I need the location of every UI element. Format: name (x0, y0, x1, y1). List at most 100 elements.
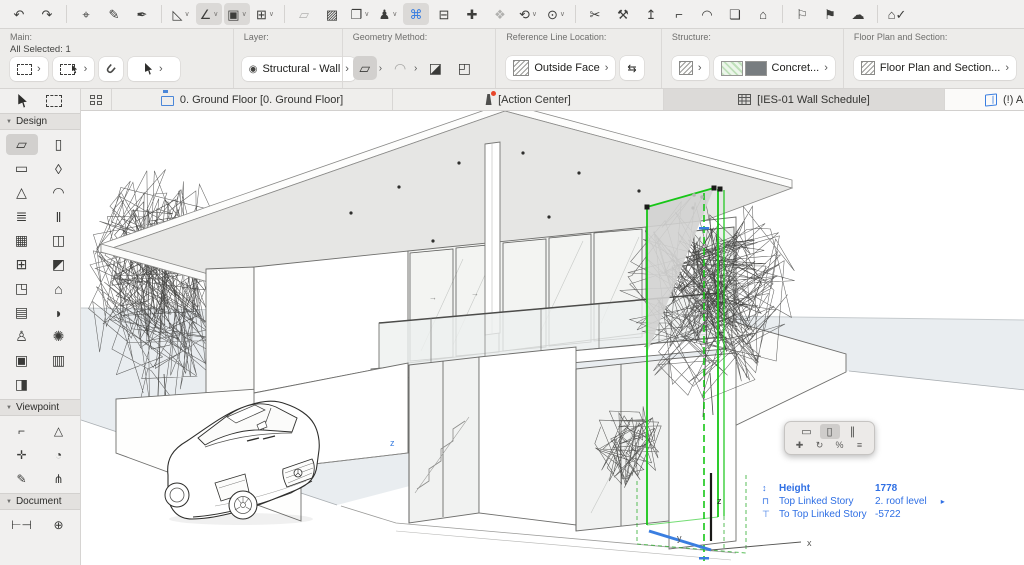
equipment-tool[interactable]: ▣ (6, 350, 38, 371)
floorplan-display-selector[interactable]: Floor Plan and Section... › (854, 56, 1016, 80)
editing-plane-button[interactable]: ▨ (319, 3, 345, 25)
door-tool[interactable]: ◫ (43, 230, 75, 251)
snap-guides-button[interactable]: ∠∨ (196, 3, 222, 25)
curtain-wall-tool[interactable]: ▦ (6, 230, 38, 251)
toolbar-separator (877, 5, 878, 23)
section-header-viewpoint[interactable]: ▼Viewpoint (0, 399, 80, 416)
marquee-zoom-button[interactable]: ⌖ (73, 3, 99, 25)
plumb-icon: ♟ (379, 8, 391, 21)
schedule-glyph (738, 94, 751, 105)
group-button[interactable]: ❖ (487, 3, 513, 25)
split-button[interactable]: ✂ (582, 3, 608, 25)
offset-copy-button[interactable]: ❐∨ (347, 3, 373, 25)
marquee-tool[interactable] (46, 95, 62, 107)
polygon-wall-button[interactable]: ◰ (452, 56, 476, 80)
stretch-button[interactable]: ✚ (459, 3, 485, 25)
gravity-button[interactable]: ▱ (291, 3, 317, 25)
floor-plan-icon (161, 94, 174, 106)
axis-x-label: x (807, 538, 812, 548)
section-header-design[interactable]: ▼Design (0, 113, 80, 130)
wall-straight-button[interactable]: ▭ (797, 424, 817, 439)
shell-tool[interactable]: ◠ (43, 182, 75, 203)
rotate-plane-button[interactable]: ⟲∨ (515, 3, 541, 25)
coordinate-input-button[interactable]: ▣∨ (224, 3, 250, 25)
measure-button[interactable]: ⊟ (431, 3, 457, 25)
slab-tool[interactable]: ◊ (43, 158, 75, 179)
skylight-tool[interactable]: ◩ (43, 254, 75, 275)
column-tool[interactable]: ▯ (43, 134, 75, 155)
end-wall-tool[interactable]: ◨ (6, 374, 38, 395)
home-story-button[interactable]: ⌂ (750, 3, 776, 25)
grid-snap-button[interactable]: ⊞∨ (252, 3, 278, 25)
magnet-toggle-button[interactable]: ∪ (99, 57, 123, 81)
composite-selector[interactable]: Concret... › (714, 56, 835, 80)
wall-type-button[interactable]: › (672, 56, 709, 80)
camera-tool[interactable]: ⋔ (43, 468, 75, 489)
elevate-button[interactable]: ↥ (638, 3, 664, 25)
fillet-button[interactable]: ◠ (694, 3, 720, 25)
multiply-wall-button[interactable]: ≡ (851, 439, 868, 451)
compass-button[interactable]: ⊙∨ (543, 3, 569, 25)
guide-lines-button[interactable]: ◺∨ (168, 3, 194, 25)
marquee-settings-button[interactable]: › (10, 57, 48, 81)
roof-tool-icon: △ (16, 184, 27, 201)
undo-button[interactable]: ↶ (6, 3, 32, 25)
opening-tool[interactable]: ◳ (6, 278, 38, 299)
trapezoid-wall-button[interactable]: ◪ (423, 56, 447, 80)
cloud-button[interactable]: ☁ (845, 3, 871, 25)
plumb-button[interactable]: ♟∨ (375, 3, 401, 25)
wall-tool[interactable]: ▱ (6, 134, 38, 155)
roof-tool[interactable]: △ (6, 182, 38, 203)
tab-action-center[interactable]: [Action Center] (393, 89, 664, 110)
interior-elevation-tool[interactable]: ✛ (6, 444, 38, 465)
adjust-button[interactable]: ⚒ (610, 3, 636, 25)
story-menu-chevron-icon[interactable]: ▸ (941, 495, 945, 508)
arrow-tool-button[interactable]: › (128, 57, 180, 81)
detail-tool[interactable]: ✎ (6, 468, 38, 489)
stair-tool[interactable]: ≣ (6, 206, 38, 227)
zone-tool[interactable]: ⌂ (43, 278, 75, 299)
refline-selector[interactable]: Outside Face › (506, 56, 615, 80)
mirror-wall-button[interactable]: % (831, 439, 848, 451)
trim-button[interactable]: ⌐ (666, 3, 692, 25)
window-tool[interactable]: ⊞ (6, 254, 38, 275)
elevation-tool[interactable]: △ (43, 420, 75, 441)
worksheet-tool[interactable]: ◔ (43, 444, 75, 465)
railing-tool[interactable]: ‖ (43, 206, 75, 227)
tracker-value[interactable]: 2. roof level (875, 495, 927, 508)
section-tool[interactable]: ⌐ (6, 420, 38, 441)
tab-ground-floor[interactable]: 0. Ground Floor [0. Ground Floor] (112, 89, 393, 110)
section-header-document[interactable]: ▼Document (0, 493, 80, 510)
truss-tool[interactable]: ▥ (43, 350, 75, 371)
drag-wall-button[interactable]: ✚ (791, 439, 808, 451)
morph-tool[interactable]: ◗ (43, 302, 75, 323)
dimension-tool[interactable]: ⊢⊣ (6, 514, 38, 535)
teamwork-check-button[interactable]: ⌂✓ (884, 3, 910, 25)
wall-vertical-button[interactable]: ▯ (820, 424, 840, 439)
beam-tool[interactable]: ▭ (6, 158, 38, 179)
element-snap-button[interactable]: ⌘ (403, 3, 429, 25)
tab-overview-button[interactable] (81, 89, 112, 110)
inject-parameters-button[interactable]: ✒ (129, 3, 155, 25)
tab-3d-view[interactable]: (!) A (945, 89, 1024, 110)
flip-refline-button[interactable]: ⇆ (620, 56, 643, 80)
home-story-icon: ⌂ (759, 8, 767, 21)
rotate-wall-button[interactable]: ↻ (811, 439, 828, 451)
flag-schedule-button[interactable]: ⚑ (817, 3, 843, 25)
arrow-tool[interactable] (18, 94, 29, 108)
curved-wall-button[interactable]: ◠ (388, 56, 412, 80)
wall-slanted-button[interactable]: ∥ (843, 424, 863, 439)
toolbox-sidebar: ▼Design▱▯▭◊△◠≣‖▦◫⊞◩◳⌂▤◗♙✺▣▥◨▼Viewpoint⌐△… (0, 89, 81, 565)
radial-dimension-tool[interactable]: ⊕ (43, 514, 75, 535)
tab-wall-schedule[interactable]: [IES-01 Wall Schedule] (664, 89, 945, 110)
redo-button[interactable]: ↷ (34, 3, 60, 25)
object-tool[interactable]: ♙ (6, 326, 38, 347)
mesh-tool[interactable]: ▤ (6, 302, 38, 323)
resize-button[interactable]: ❏ (722, 3, 748, 25)
selection-settings-button[interactable]: › (53, 57, 95, 81)
flag-button[interactable]: ⚐ (789, 3, 815, 25)
straight-wall-button[interactable]: ▱ (353, 56, 377, 80)
lamp-tool[interactable]: ✺ (43, 326, 75, 347)
pick-up-parameters-button[interactable]: ✎ (101, 3, 127, 25)
layer-selector[interactable]: ◉ Structural - Wall › (242, 57, 356, 81)
